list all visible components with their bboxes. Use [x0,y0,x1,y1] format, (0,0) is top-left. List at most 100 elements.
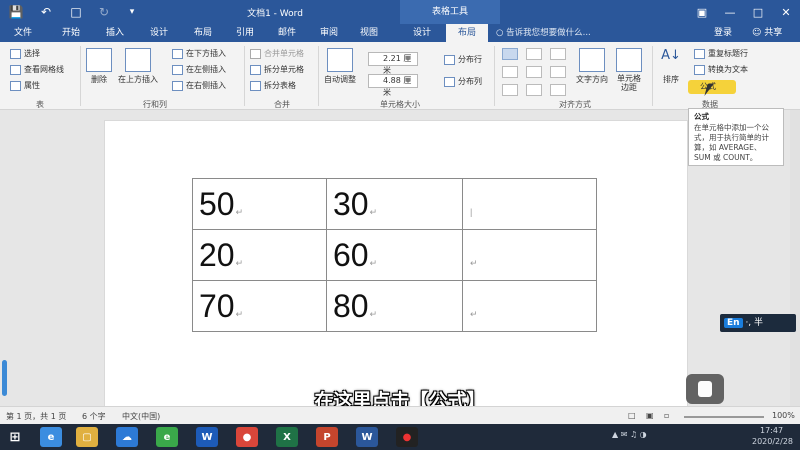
tab-design[interactable]: 设计 [140,24,178,42]
split-cells-icon [250,64,261,75]
floating-assistant-button[interactable] [686,374,724,404]
ime-toolbar[interactable]: En ·, 半 [720,314,796,332]
login-link[interactable]: 登录 [714,24,732,42]
align-bottom-right[interactable] [550,84,566,96]
tab-layout[interactable]: 布局 [184,24,222,42]
align-middle-center[interactable] [526,66,542,78]
align-middle-right[interactable] [550,66,566,78]
table-cell[interactable]: ↵ [462,229,597,281]
person-icon: ☺ [752,28,765,38]
redo-icon[interactable]: ↻ [94,3,114,21]
table-row: 70↵ 80↵ ↵ [192,280,597,332]
thermometer-icon [2,360,7,396]
align-top-center[interactable] [526,48,542,60]
autofit-button[interactable]: 自动调整 [324,48,356,85]
select-button[interactable]: 选择 [10,48,40,59]
tab-mailings[interactable]: 邮件 [268,24,306,42]
table-cell[interactable]: | [462,178,597,230]
cell-height-input[interactable]: 2.21 厘米 [368,52,418,75]
read-mode-icon[interactable]: □ [628,411,636,420]
360-browser-icon[interactable]: e [156,427,178,447]
cell-margins-button[interactable]: 单元格边距 [614,48,644,92]
tab-references[interactable]: 引用 [226,24,264,42]
customize-toolbar-icon[interactable]: ▾ [122,3,142,21]
split-cells-button[interactable]: 拆分单元格 [250,64,304,75]
powerpoint-icon[interactable]: P [316,427,338,447]
table-tools-label: 表格工具 [400,0,500,24]
tray-icons[interactable]: ▲ ✉ ♫ ◑ [612,430,647,439]
table-cell[interactable]: ↵ [462,280,597,332]
zoom-slider[interactable] [684,416,764,418]
align-top-left[interactable] [502,48,518,60]
tab-insert[interactable]: 插入 [96,24,134,42]
language-indicator[interactable]: 中文(中国) [122,411,160,422]
divider [494,46,495,106]
insert-left-button[interactable]: 在左侧插入 [172,64,226,75]
delete-button[interactable]: 删除 [86,48,112,85]
tab-review[interactable]: 审阅 [310,24,348,42]
maximize-icon[interactable]: □ [744,0,772,24]
insert-below-button[interactable]: 在下方插入 [172,48,226,59]
print-layout-icon[interactable]: ▣ [646,411,654,420]
merge-cells-button[interactable]: 合并单元格 [250,48,304,59]
record-icon[interactable]: ● [396,427,418,447]
wps-icon[interactable]: W [196,427,218,447]
folder-icon[interactable]: ▢ [76,427,98,447]
align-middle-left[interactable] [502,66,518,78]
undo-icon[interactable]: ↶ [36,3,56,21]
minimize-icon[interactable]: — [716,0,744,24]
tab-home[interactable]: 开始 [52,24,90,42]
table-cell[interactable]: 60↵ [326,229,463,281]
sort-button[interactable]: A↓ 排序 [658,48,684,85]
divider [652,46,653,106]
clock-date[interactable]: 2020/2/28 [752,437,793,446]
align-top-right[interactable] [550,48,566,60]
distribute-cols-button[interactable]: 分布列 [444,76,482,87]
excel-icon[interactable]: X [276,427,298,447]
convert-to-text-button[interactable]: 转换为文本 [694,64,748,75]
table-cell[interactable]: 30↵ [326,178,463,230]
cell-margins-icon [616,48,642,72]
repeat-header-icon [694,48,705,59]
split-table-button[interactable]: 拆分表格 [250,80,296,91]
tab-table-design[interactable]: 设计 [402,24,442,42]
cell-width-input[interactable]: 4.88 厘米 [368,74,418,97]
insert-right-button[interactable]: 在右侧插入 [172,80,226,91]
title-bar: 💾 ↶ □ ↻ ▾ 文档1 - Word 表格工具 ▣ — □ ✕ [0,0,800,24]
tab-file[interactable]: 文件 [4,24,42,42]
ribbon-options-icon[interactable]: ▣ [688,0,716,24]
group-label-table: 表 [36,100,44,109]
clock-time[interactable]: 17:47 [760,426,783,435]
word-count[interactable]: 6 个字 [82,411,106,422]
text-direction-button[interactable]: 文字方向 [576,48,608,85]
align-bottom-left[interactable] [502,84,518,96]
select-icon [10,48,21,59]
table-cell[interactable]: 80↵ [326,280,463,332]
chrome-icon[interactable]: ● [236,427,258,447]
tab-table-layout[interactable]: 布局 [446,24,488,42]
close-icon[interactable]: ✕ [772,0,800,24]
zoom-level[interactable]: 100% [772,411,795,420]
start-icon[interactable]: ⊞ [4,427,26,447]
properties-button[interactable]: 属性 [10,80,40,91]
repeat-header-button[interactable]: 重复标题行 [694,48,748,59]
tab-view[interactable]: 视图 [350,24,388,42]
align-bottom-center[interactable] [526,84,542,96]
share-button[interactable]: ☺ 共享 [752,24,782,42]
save-icon[interactable]: 💾 [6,3,26,21]
repeat-icon[interactable]: □ [66,3,86,21]
baidu-cloud-icon[interactable]: ☁ [116,427,138,447]
distribute-rows-button[interactable]: 分布行 [444,54,482,65]
data-table[interactable]: 50↵ 30↵ | 20↵ 60↵ ↵ 70↵ 80↵ ↵ [192,178,597,332]
ie-icon[interactable]: e [40,427,62,447]
table-cell[interactable]: 70↵ [192,280,327,332]
tell-me-search[interactable]: ○ 告诉我您想要做什么... [496,24,591,42]
word-icon[interactable]: W [356,427,378,447]
page-count[interactable]: 第 1 页，共 1 页 [6,411,66,422]
view-gridlines-button[interactable]: 查看网格线 [10,64,64,75]
table-cell[interactable]: 50↵ [192,178,327,230]
table-cell[interactable]: 20↵ [192,229,327,281]
web-layout-icon[interactable]: ▫ [664,411,669,420]
insert-above-button[interactable]: 在上方插入 [118,48,158,85]
vertical-scrollbar[interactable] [790,110,800,406]
